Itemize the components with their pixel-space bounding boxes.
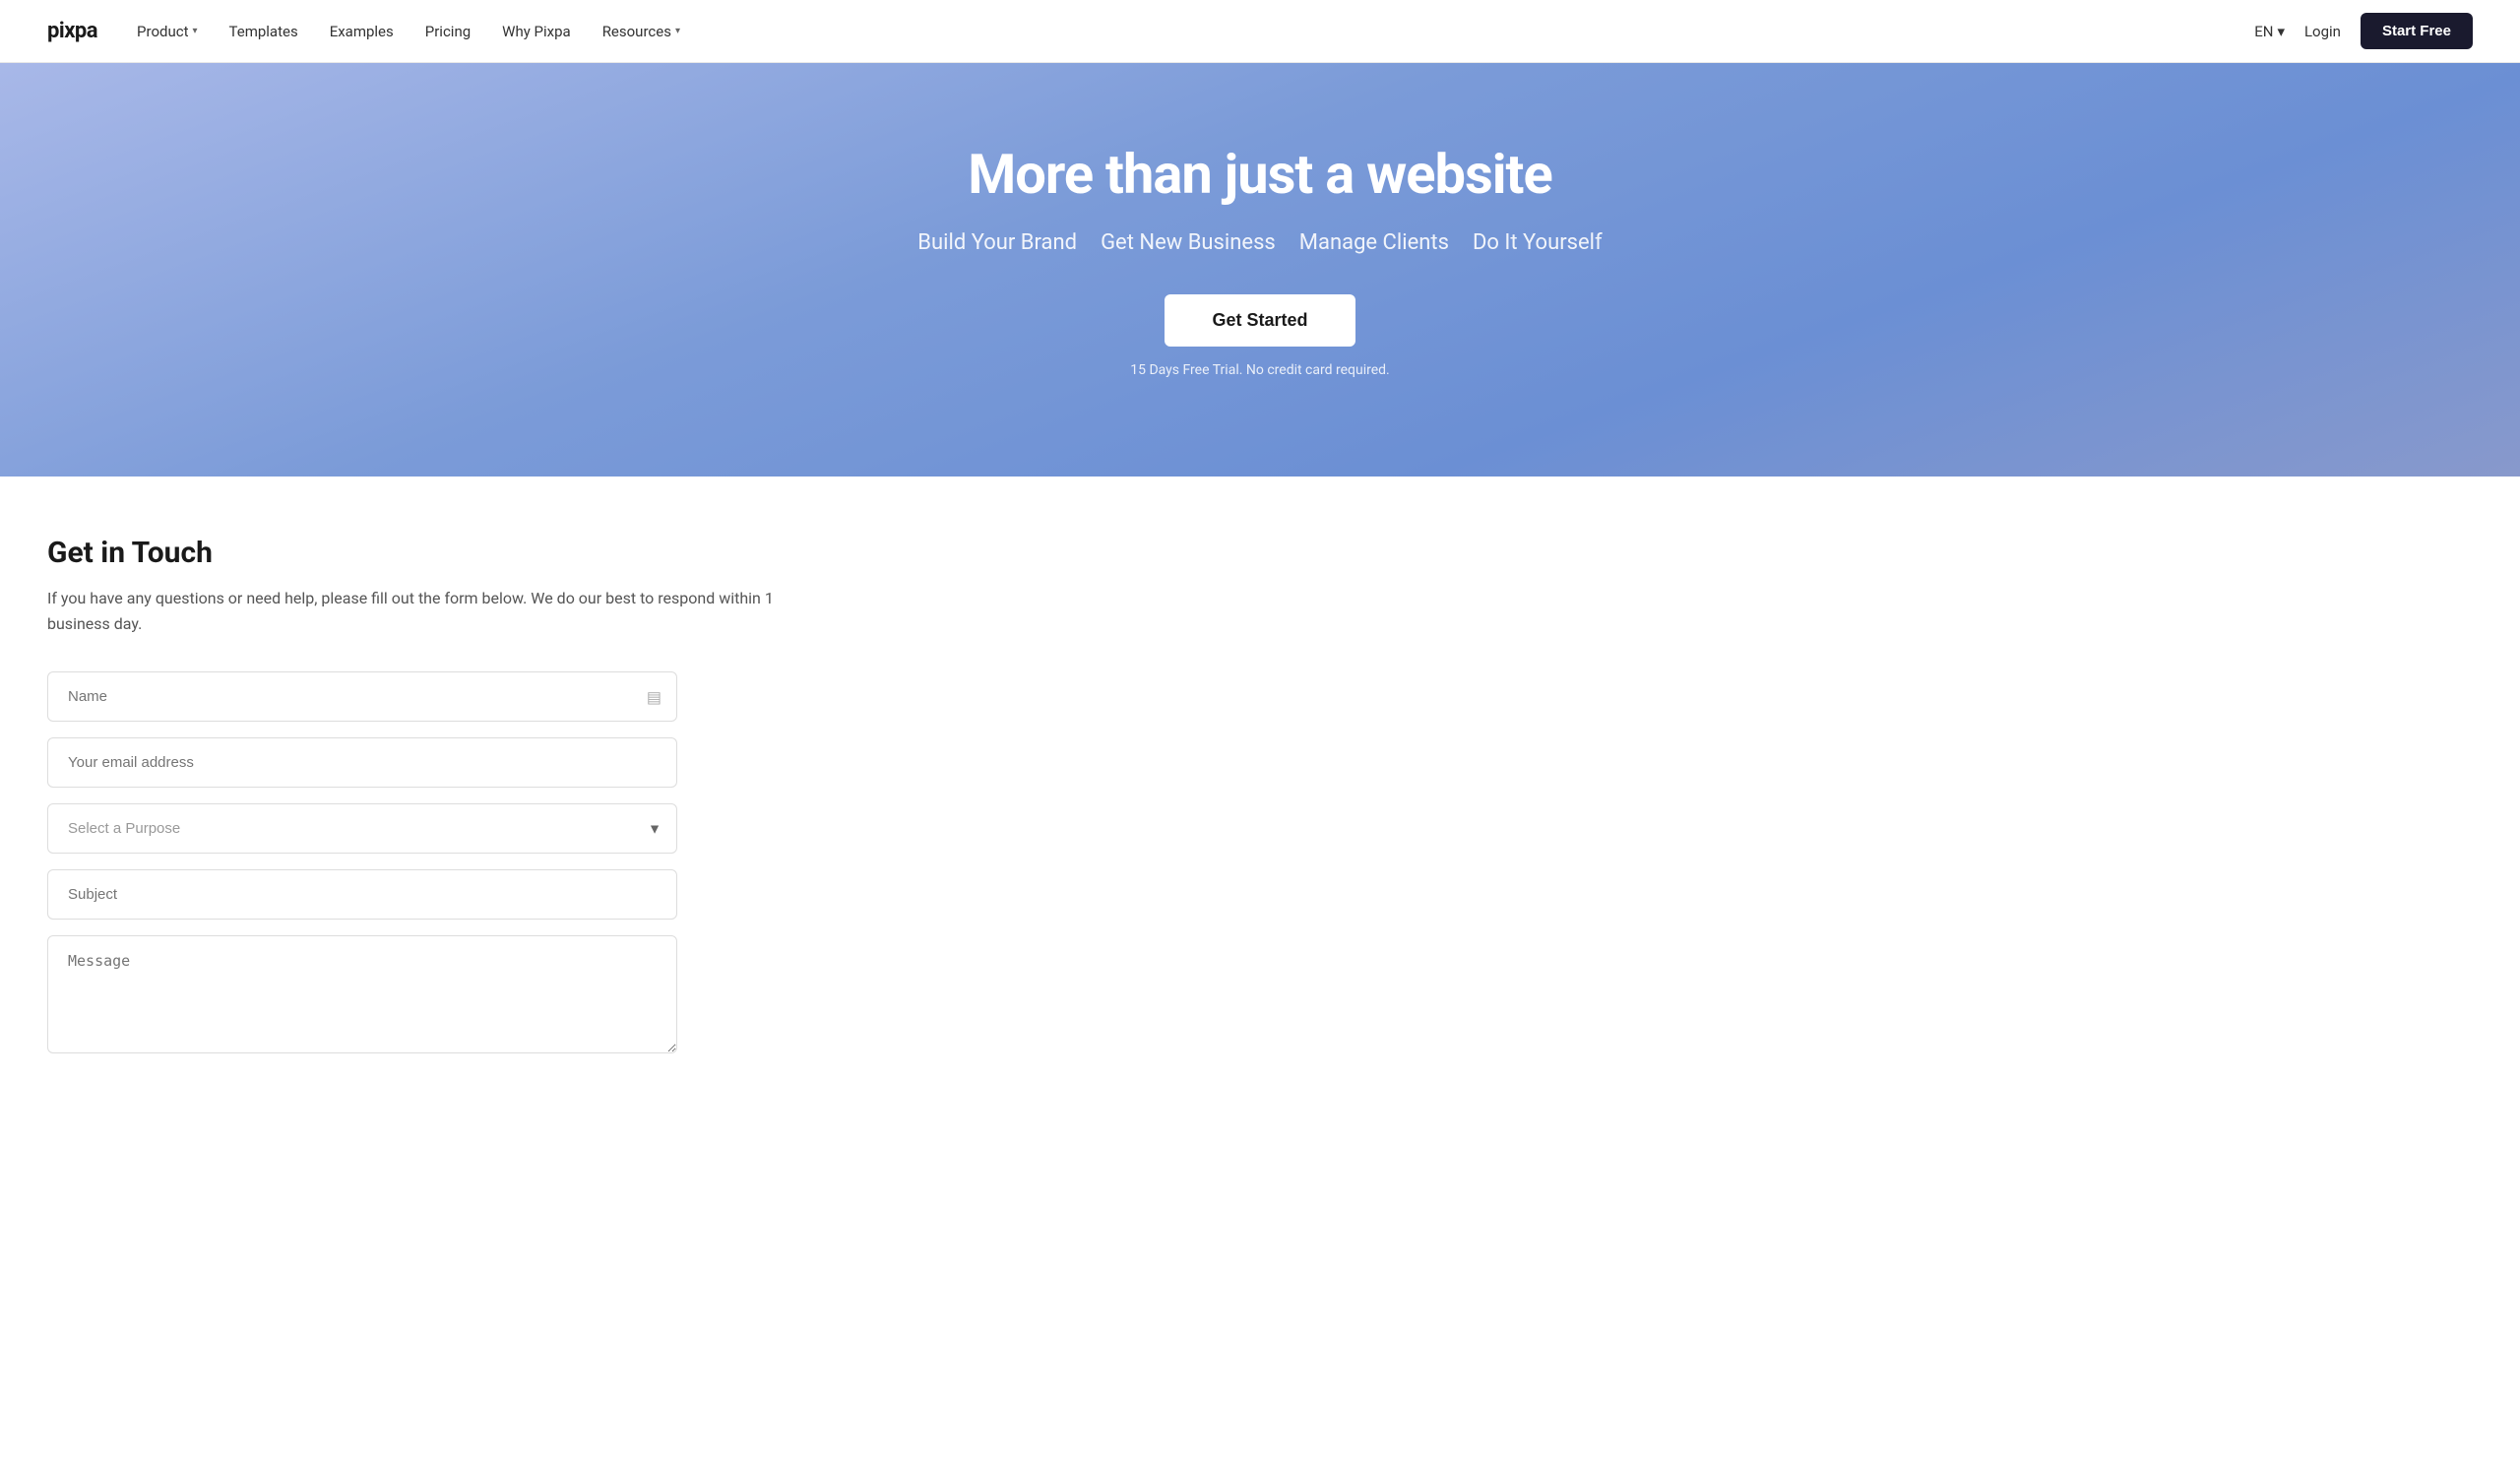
get-started-button[interactable]: Get Started — [1165, 294, 1354, 347]
message-input[interactable] — [47, 935, 677, 1053]
purpose-select[interactable]: Select a Purpose General Inquiry Technic… — [47, 803, 677, 854]
name-field-wrapper: ▤ — [47, 671, 677, 722]
contact-section: Get in Touch If you have any questions o… — [0, 477, 847, 1116]
chevron-down-icon-resources: ▾ — [675, 26, 680, 36]
nav-item-resources[interactable]: Resources ▾ — [602, 23, 680, 40]
navbar-right: EN ▾ Login Start Free — [2254, 13, 2473, 49]
hero-subtitle: Build Your Brand Get New Business Manage… — [917, 230, 1602, 255]
email-input[interactable] — [47, 737, 677, 788]
navbar-left: pixpa Product ▾ Templates Examples — [47, 19, 680, 43]
hero-subtitle-item-2: Get New Business — [1101, 230, 1276, 255]
email-field-wrapper — [47, 737, 677, 788]
nav-links: Product ▾ Templates Examples Pricing — [137, 23, 680, 40]
nav-label-why-pixpa: Why Pixpa — [502, 23, 571, 40]
nav-label-product: Product — [137, 23, 188, 40]
message-field-wrapper — [47, 935, 677, 1057]
hero-subtitle-item-1: Build Your Brand — [917, 230, 1077, 255]
start-free-button[interactable]: Start Free — [2361, 13, 2473, 49]
contact-form: ▤ Select a Purpose General Inquiry Techn… — [47, 671, 677, 1057]
purpose-field-wrapper: Select a Purpose General Inquiry Technic… — [47, 803, 677, 854]
nav-label-pricing: Pricing — [425, 23, 471, 40]
subject-field-wrapper — [47, 869, 677, 920]
contact-card-icon: ▤ — [647, 687, 662, 706]
navbar: pixpa Product ▾ Templates Examples — [0, 0, 2520, 63]
nav-item-examples[interactable]: Examples — [330, 23, 394, 40]
section-title: Get in Touch — [47, 536, 799, 570]
nav-item-product[interactable]: Product ▾ — [137, 23, 197, 40]
nav-item-templates[interactable]: Templates — [229, 23, 298, 40]
nav-item-why-pixpa[interactable]: Why Pixpa — [502, 23, 571, 40]
nav-item-pricing[interactable]: Pricing — [425, 23, 471, 40]
nav-label-examples: Examples — [330, 23, 394, 40]
hero-subtitle-item-3: Manage Clients — [1299, 230, 1449, 255]
logo[interactable]: pixpa — [47, 19, 97, 43]
chevron-down-icon: ▾ — [193, 26, 198, 36]
login-link[interactable]: Login — [2304, 23, 2341, 40]
hero-subtitle-item-4: Do It Yourself — [1473, 230, 1603, 255]
subject-input[interactable] — [47, 869, 677, 920]
trial-text: 15 Days Free Trial. No credit card requi… — [1130, 362, 1389, 378]
chevron-down-icon-lang: ▾ — [2277, 23, 2285, 40]
lang-selector[interactable]: EN ▾ — [2254, 23, 2285, 40]
nav-label-resources: Resources — [602, 23, 671, 40]
section-description: If you have any questions or need help, … — [47, 586, 799, 636]
hero-title: More than just a website — [968, 142, 1551, 207]
nav-label-templates: Templates — [229, 23, 298, 40]
name-input[interactable] — [47, 671, 677, 722]
hero-section: More than just a website Build Your Bran… — [0, 63, 2520, 477]
lang-label: EN — [2254, 23, 2273, 40]
